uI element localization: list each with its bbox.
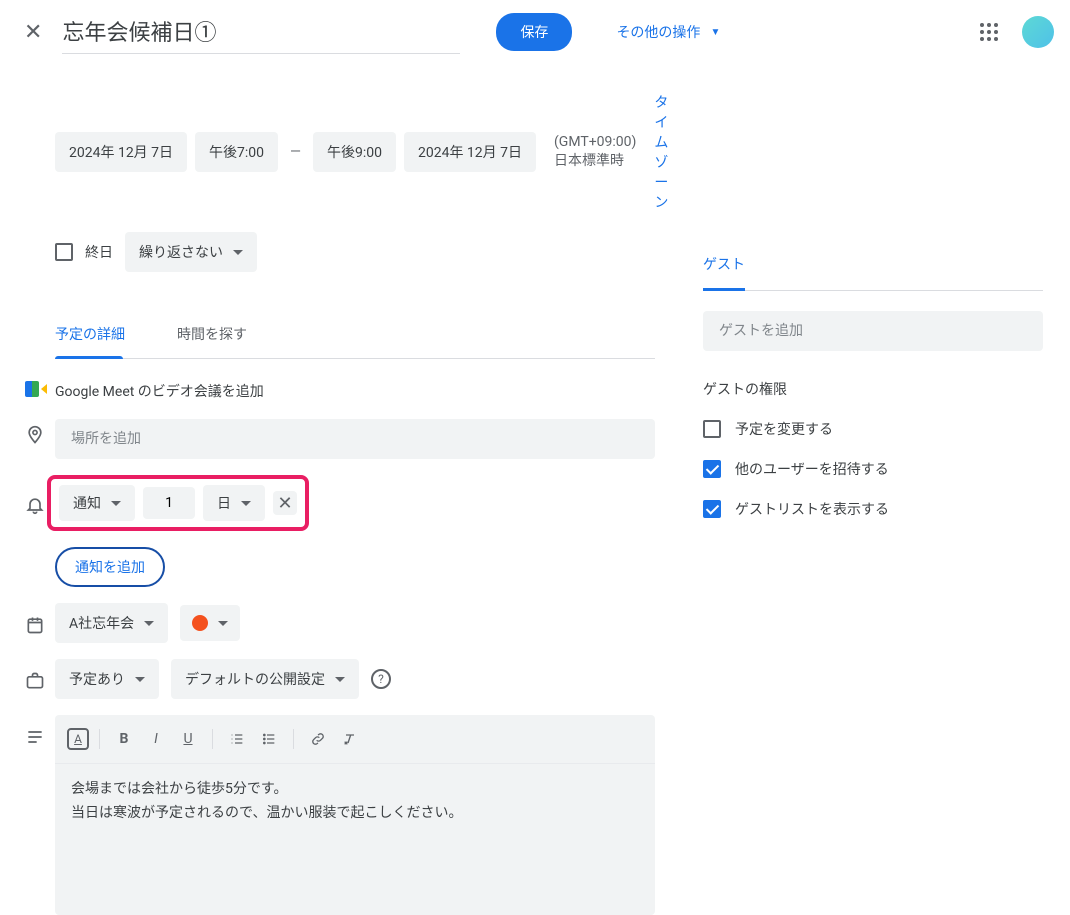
- start-date-picker[interactable]: 2024年 12月 7日: [55, 132, 187, 172]
- notification-unit-dropdown[interactable]: 日: [203, 485, 265, 521]
- perm-modify-row: 予定を変更する: [703, 419, 1043, 439]
- underline-button[interactable]: U: [174, 725, 202, 753]
- color-swatch: [192, 615, 208, 631]
- calendar-select-dropdown[interactable]: A社忘年会: [55, 603, 168, 643]
- availability-dropdown[interactable]: 予定あり: [55, 659, 159, 699]
- google-meet-icon: [25, 381, 45, 397]
- guest-permissions-title: ゲストの権限: [703, 379, 1043, 399]
- more-actions-dropdown[interactable]: その他の操作 ▼: [616, 22, 720, 42]
- calendar-row: A社忘年会: [15, 603, 655, 643]
- notification-method-label: 通知: [73, 493, 101, 513]
- start-time-picker[interactable]: 午後7:00: [195, 132, 278, 172]
- account-avatar[interactable]: [1022, 16, 1054, 48]
- calendar-name-label: A社忘年会: [69, 613, 134, 633]
- video-conferencing-row: Google Meet のビデオ会議を追加: [15, 369, 655, 413]
- visibility-dropdown[interactable]: デフォルトの公開設定: [171, 659, 359, 699]
- briefcase-icon: [25, 671, 45, 691]
- notification-unit-label: 日: [217, 493, 231, 513]
- allday-checkbox[interactable]: [55, 243, 73, 261]
- visibility-help-icon[interactable]: ?: [371, 669, 391, 689]
- add-google-meet-button[interactable]: Google Meet のビデオ会議を追加: [55, 369, 655, 413]
- guests-tab[interactable]: ゲスト: [703, 254, 745, 291]
- perm-modify-checkbox[interactable]: [703, 420, 721, 438]
- more-actions-label: その他の操作: [616, 22, 700, 42]
- recurrence-dropdown[interactable]: 繰り返さない: [125, 232, 257, 272]
- availability-label: 予定あり: [69, 669, 125, 689]
- add-notification-button[interactable]: 通知を追加: [55, 547, 165, 587]
- perm-invite-row: 他のユーザーを招待する: [703, 459, 1043, 479]
- end-date-picker[interactable]: 2024年 12月 7日: [404, 132, 536, 172]
- bulleted-list-button[interactable]: [255, 725, 283, 753]
- link-button[interactable]: [304, 725, 332, 753]
- allday-row: 終日 繰り返さない: [55, 232, 655, 272]
- perm-modify-label: 予定を変更する: [735, 419, 833, 439]
- perm-invite-checkbox[interactable]: [703, 460, 721, 478]
- description-textarea[interactable]: 会場までは会社から徒歩5分です。 当日は寒波が予定されるので、温かい服装で起こし…: [55, 764, 655, 840]
- event-title-input[interactable]: [62, 10, 460, 54]
- tab-event-details[interactable]: 予定の詳細: [55, 312, 141, 358]
- event-color-picker[interactable]: [180, 605, 240, 641]
- header: ✕ 保存 その他の操作 ▼: [0, 0, 1070, 64]
- end-time-picker[interactable]: 午後9:00: [313, 132, 396, 172]
- description-line: 会場までは会社から徒歩5分です。: [71, 778, 639, 802]
- perm-invite-label: 他のユーザーを招待する: [735, 459, 889, 479]
- detail-tabs: 予定の詳細 時間を探す: [55, 312, 655, 359]
- location-input[interactable]: [55, 419, 655, 459]
- chevron-down-icon: [135, 677, 145, 682]
- chevron-down-icon: [233, 250, 243, 255]
- timezone-info: (GMT+09:00) 日本標準時: [554, 134, 636, 170]
- perm-see-label: ゲストリストを表示する: [735, 499, 889, 519]
- bell-icon: [25, 495, 45, 515]
- chevron-down-icon: [335, 677, 345, 682]
- calendar-icon: [25, 615, 45, 635]
- description-section: A B I U: [15, 715, 655, 915]
- notification-value-input[interactable]: [143, 487, 195, 519]
- numbered-list-button[interactable]: [223, 725, 251, 753]
- description-toolbar: A B I U: [55, 715, 655, 764]
- add-guests-input[interactable]: [703, 311, 1043, 351]
- time-separator: —: [286, 144, 305, 160]
- allday-label: 終日: [85, 242, 113, 262]
- location-icon: [25, 425, 45, 445]
- visibility-label: デフォルトの公開設定: [185, 669, 325, 689]
- bold-button[interactable]: B: [110, 725, 138, 753]
- remove-notification-button[interactable]: ✕: [273, 491, 297, 515]
- notification-section: 通知 日 ✕ 通知を追加: [15, 475, 655, 587]
- chevron-down-icon: [111, 501, 121, 506]
- description-line: 当日は寒波が予定されるので、温かい服装で起こしください。: [71, 802, 639, 826]
- chevron-down-icon: [144, 621, 154, 626]
- notification-editor-highlighted: 通知 日 ✕: [47, 475, 309, 531]
- perm-see-checkbox[interactable]: [703, 500, 721, 518]
- location-row: [15, 413, 655, 459]
- datetime-row: 2024年 12月 7日 午後7:00 — 午後9:00 2024年 12月 7…: [55, 92, 655, 212]
- perm-see-row: ゲストリストを表示する: [703, 499, 1043, 519]
- clear-formatting-button[interactable]: [336, 725, 364, 753]
- availability-row: 予定あり デフォルトの公開設定 ?: [15, 659, 655, 699]
- tab-find-time[interactable]: 時間を探す: [177, 312, 263, 358]
- chevron-down-icon: ▼: [710, 27, 720, 38]
- chevron-down-icon: [241, 501, 251, 506]
- italic-button[interactable]: I: [142, 725, 170, 753]
- chevron-down-icon: [218, 621, 228, 626]
- notification-method-dropdown[interactable]: 通知: [59, 485, 135, 521]
- close-button[interactable]: ✕: [24, 20, 42, 45]
- attachment-button[interactable]: A: [67, 728, 89, 750]
- google-apps-icon[interactable]: [980, 23, 998, 41]
- save-button[interactable]: 保存: [496, 13, 572, 51]
- recurrence-label: 繰り返さない: [139, 242, 223, 262]
- timezone-link[interactable]: タイムゾーン: [654, 92, 668, 212]
- description-icon: [25, 727, 45, 747]
